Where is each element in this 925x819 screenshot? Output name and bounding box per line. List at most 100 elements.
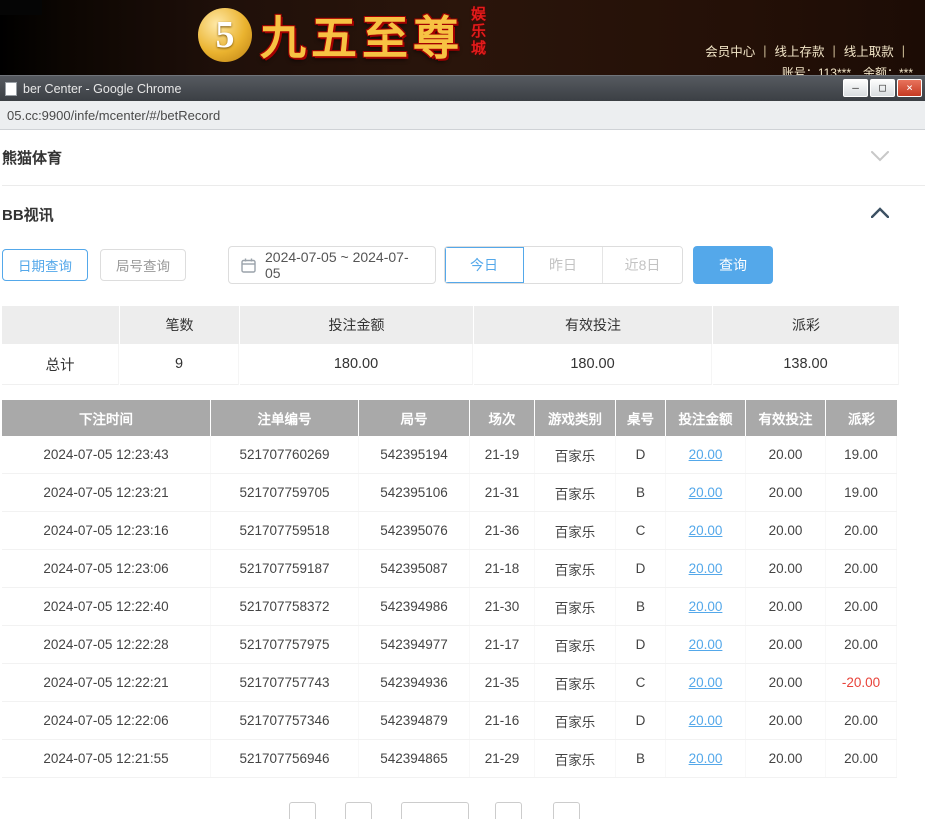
table-cell: 20.00 bbox=[746, 474, 826, 511]
quick-date-button[interactable]: 近8日 bbox=[603, 247, 682, 283]
table-cell: B bbox=[616, 474, 666, 511]
nav-separator: | bbox=[832, 44, 835, 58]
pagination-prev-button[interactable] bbox=[289, 802, 316, 819]
table-cell: 542394977 bbox=[359, 626, 470, 663]
table-cell: C bbox=[616, 512, 666, 549]
table-header-cell: 有效投注 bbox=[746, 400, 825, 436]
table-header-row: 下注时间注单编号局号场次游戏类别桌号投注金额有效投注派彩 bbox=[2, 400, 897, 436]
table-cell: 20.00 bbox=[746, 740, 826, 777]
bet-amount-link[interactable]: 20.00 bbox=[666, 474, 746, 511]
date-range-input[interactable]: 2024-07-05 ~ 2024-07-05 bbox=[228, 246, 436, 284]
bet-amount-link[interactable]: 20.00 bbox=[666, 550, 746, 587]
close-button[interactable]: × bbox=[897, 79, 922, 97]
bet-record-table: 下注时间注单编号局号场次游戏类别桌号投注金额有效投注派彩 2024-07-05 … bbox=[2, 400, 897, 778]
table-cell: 21-31 bbox=[470, 474, 535, 511]
table-cell: 20.00 bbox=[746, 702, 826, 739]
summary-header-cell: 投注金额 bbox=[240, 306, 473, 344]
window-title: ber Center - Google Chrome bbox=[23, 82, 181, 96]
chevron-up-icon[interactable] bbox=[871, 205, 889, 223]
table-cell: 21-35 bbox=[470, 664, 535, 701]
table-cell: 百家乐 bbox=[535, 740, 616, 777]
bet-amount-link[interactable]: 20.00 bbox=[666, 740, 746, 777]
table-cell: 21-19 bbox=[470, 436, 535, 473]
table-cell: 20.00 bbox=[826, 550, 897, 587]
bet-amount-link[interactable]: 20.00 bbox=[666, 702, 746, 739]
table-cell: 542395076 bbox=[359, 512, 470, 549]
table-cell: 20.00 bbox=[746, 436, 826, 473]
round-query-button[interactable]: 局号查询 bbox=[100, 249, 186, 281]
table-cell: 521707759705 bbox=[211, 474, 359, 511]
table-header-cell: 注单编号 bbox=[211, 400, 358, 436]
section-panda-sports[interactable]: 熊猫体育 bbox=[2, 130, 925, 186]
table-cell: 2024-07-05 12:23:21 bbox=[2, 474, 211, 511]
payout-negative: -20.00 bbox=[826, 664, 897, 701]
date-query-button[interactable]: 日期查询 bbox=[2, 249, 88, 281]
table-cell: 百家乐 bbox=[535, 702, 616, 739]
search-button[interactable]: 查询 bbox=[693, 246, 773, 284]
table-cell: 2024-07-05 12:22:40 bbox=[2, 588, 211, 625]
table-cell: 2024-07-05 12:22:28 bbox=[2, 626, 211, 663]
table-row: 2024-07-05 12:21:55521707756946542394865… bbox=[2, 740, 897, 778]
nav-separator: | bbox=[902, 44, 905, 58]
table-cell: 21-29 bbox=[470, 740, 535, 777]
summary-cell: 9 bbox=[120, 344, 239, 385]
summary-cell: 180.00 bbox=[240, 344, 473, 385]
table-cell: 20.00 bbox=[826, 702, 897, 739]
pagination-next-button[interactable] bbox=[553, 802, 580, 819]
quick-date-button[interactable]: 昨日 bbox=[524, 247, 603, 283]
minimize-button[interactable]: – bbox=[843, 79, 868, 97]
table-row: 2024-07-05 12:23:06521707759187542395087… bbox=[2, 550, 897, 588]
bet-amount-link[interactable]: 20.00 bbox=[666, 664, 746, 701]
window-titlebar[interactable]: ber Center - Google Chrome – □ × bbox=[0, 75, 925, 101]
table-row: 2024-07-05 12:22:06521707757346542394879… bbox=[2, 702, 897, 740]
table-cell: 20.00 bbox=[746, 550, 826, 587]
address-bar[interactable]: 05.cc:9900/infe/mcenter/#/betRecord bbox=[0, 101, 925, 130]
quick-date-button[interactable]: 今日 bbox=[445, 247, 524, 283]
pagination-size-select[interactable] bbox=[401, 802, 469, 819]
maximize-button[interactable]: □ bbox=[870, 79, 895, 97]
url-text[interactable]: 05.cc:9900/infe/mcenter/#/betRecord bbox=[7, 108, 220, 123]
table-cell: 542394986 bbox=[359, 588, 470, 625]
table-cell: 542395087 bbox=[359, 550, 470, 587]
brand-subtitle: 娱乐城 bbox=[470, 6, 485, 64]
table-cell: D bbox=[616, 702, 666, 739]
banner-nav-link[interactable]: 线上存款 bbox=[774, 41, 824, 60]
table-cell: 百家乐 bbox=[535, 436, 616, 473]
pagination-page-button[interactable] bbox=[495, 802, 522, 819]
table-cell: 19.00 bbox=[826, 474, 897, 511]
section-label: 熊猫体育 bbox=[2, 147, 62, 168]
table-row: 2024-07-05 12:23:16521707759518542395076… bbox=[2, 512, 897, 550]
table-cell: 521707758372 bbox=[211, 588, 359, 625]
summary-table: 笔数投注金额有效投注派彩 总计9180.00180.00138.00 bbox=[2, 306, 897, 385]
table-cell: 20.00 bbox=[826, 588, 897, 625]
main-content: 熊猫体育 BB视讯 日期查询 局号查询 2024-07-05 ~ 2024-07… bbox=[0, 130, 925, 819]
table-cell: 542394936 bbox=[359, 664, 470, 701]
page-icon bbox=[5, 82, 17, 96]
table-cell: 21-30 bbox=[470, 588, 535, 625]
bet-amount-link[interactable]: 20.00 bbox=[666, 512, 746, 549]
summary-header-cell: 笔数 bbox=[120, 306, 239, 344]
table-cell: 542395194 bbox=[359, 436, 470, 473]
chevron-down-icon[interactable] bbox=[871, 149, 889, 167]
section-bb-video[interactable]: BB视讯 bbox=[2, 186, 925, 242]
table-cell: 20.00 bbox=[826, 626, 897, 663]
bet-amount-link[interactable]: 20.00 bbox=[666, 436, 746, 473]
pagination-page-button[interactable] bbox=[345, 802, 372, 819]
table-cell: 20.00 bbox=[826, 740, 897, 777]
pagination bbox=[289, 802, 925, 819]
brand-title: 九五至尊 bbox=[260, 2, 464, 68]
bet-amount-link[interactable]: 20.00 bbox=[666, 626, 746, 663]
table-cell: D bbox=[616, 436, 666, 473]
table-cell: 542394879 bbox=[359, 702, 470, 739]
banner-nav-link[interactable]: 会员中心 bbox=[705, 41, 755, 60]
filter-bar: 日期查询 局号查询 2024-07-05 ~ 2024-07-05 今日昨日近8… bbox=[2, 242, 925, 300]
nav-separator: | bbox=[763, 44, 766, 58]
table-cell: 百家乐 bbox=[535, 626, 616, 663]
table-cell: 2024-07-05 12:22:06 bbox=[2, 702, 211, 739]
bet-amount-link[interactable]: 20.00 bbox=[666, 588, 746, 625]
banner-nav-link[interactable]: 线上取款 bbox=[844, 41, 894, 60]
table-cell: C bbox=[616, 664, 666, 701]
table-cell: 20.00 bbox=[746, 626, 826, 663]
summary-cell: 138.00 bbox=[713, 344, 899, 385]
table-cell: 521707759187 bbox=[211, 550, 359, 587]
